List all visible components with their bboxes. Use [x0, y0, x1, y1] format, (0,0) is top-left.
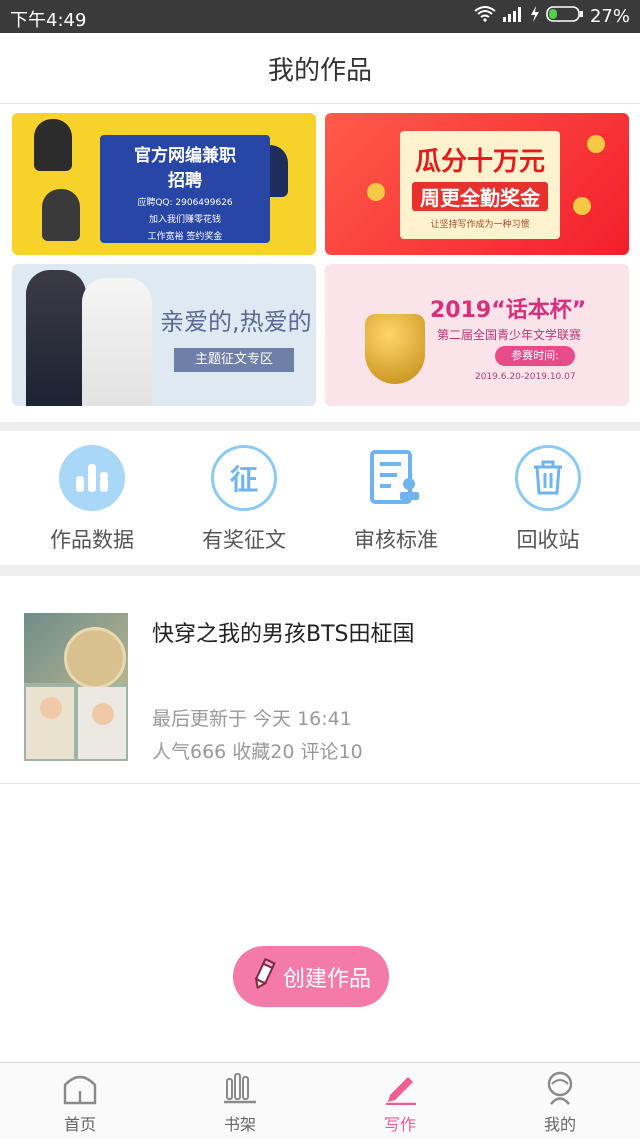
work-stats: 人气666 收藏20 评论10 — [152, 741, 363, 763]
document-review-icon — [363, 445, 429, 511]
charging-icon — [530, 6, 540, 27]
page-header: 我的作品 — [0, 33, 640, 104]
section-divider — [0, 565, 640, 576]
shortcut-label: 回收站 — [516, 528, 580, 552]
banner-text: 2019“话本杯” — [430, 298, 587, 323]
trophy-icon — [365, 314, 425, 384]
contest-icon: 征 — [211, 445, 277, 511]
banner-bonus[interactable]: 瓜分十万元 周更全勤奖金 让坚持写作成为一种习惯 — [325, 113, 629, 255]
banner-text: 亲爱的,热爱的 — [160, 308, 312, 336]
tab-bookshelf[interactable]: 书架 — [185, 1071, 295, 1135]
tab-label: 书架 — [223, 1115, 256, 1134]
person-illustration — [34, 119, 72, 171]
banner-text: 2019.6.20-2019.10.07 — [475, 372, 576, 382]
coin-icon — [587, 135, 605, 153]
shortcut-label: 作品数据 — [50, 528, 134, 552]
banner-literature-league[interactable]: 2019“话本杯” 第二届全国青少年文学联赛 参赛时间: 2019.6.20-2… — [325, 264, 629, 406]
banner-text: 参赛时间: — [495, 346, 575, 366]
banner-theme-contest[interactable]: 亲爱的,热爱的 主题征文专区 — [12, 264, 316, 406]
banner-text: 第二届全国青少年文学联赛 — [437, 328, 582, 342]
signal-icon — [502, 6, 524, 27]
shortcut-recycle-bin[interactable]: 回收站 — [473, 445, 623, 554]
coin-icon — [367, 183, 385, 201]
cover-face — [92, 703, 114, 725]
home-icon — [62, 1075, 98, 1109]
banner-text: 应聘QQ: 2906499626 — [137, 198, 233, 208]
work-updated: 最后更新于 今天 16:41 — [152, 708, 352, 730]
status-bar: 下午4:49 27% — [0, 0, 640, 33]
section-divider — [0, 422, 640, 431]
profile-icon — [542, 1071, 578, 1109]
battery-percent: 27% — [589, 6, 630, 27]
bottom-tab-bar: 首页 书架 写作 我的 — [0, 1062, 640, 1139]
page-title: 我的作品 — [267, 55, 372, 86]
wifi-icon — [474, 6, 496, 27]
banner-recruitment[interactable]: 官方网编兼职 招聘 应聘QQ: 2906499626 加入我们赚零花钱 工作宽裕… — [12, 113, 316, 255]
shortcut-work-data[interactable]: 作品数据 — [17, 445, 167, 554]
tab-label: 我的 — [543, 1115, 576, 1134]
tab-label: 写作 — [383, 1115, 416, 1134]
person-photo — [82, 278, 152, 406]
banner-text: 招聘 — [168, 171, 202, 191]
trash-icon — [515, 445, 581, 511]
bookshelf-icon — [222, 1073, 258, 1109]
create-work-button[interactable]: 创建作品 — [233, 946, 389, 1007]
bar-chart-icon — [59, 445, 125, 511]
bonus-card: 瓜分十万元 周更全勤奖金 让坚持写作成为一种习惯 — [400, 131, 560, 239]
shortcut-review-standard[interactable]: 审核标准 — [321, 445, 471, 554]
banner-text: 让坚持写作成为一种习惯 — [430, 220, 530, 230]
create-work-label: 创建作品 — [282, 966, 371, 992]
status-icons: 27% — [474, 5, 630, 28]
work-cover — [24, 613, 128, 761]
tab-home[interactable]: 首页 — [25, 1071, 135, 1135]
banner-text: 官方网编兼职 — [134, 146, 236, 166]
banner-text: 加入我们赚零花钱 — [148, 215, 221, 225]
person-illustration — [42, 189, 80, 241]
banner-text: 主题征文专区 — [174, 348, 294, 372]
banner-text: 工作宽裕 签约奖金 — [147, 232, 223, 242]
work-title: 快穿之我的男孩BTS田柾国 — [152, 622, 415, 647]
battery-icon — [546, 5, 584, 28]
coin-icon — [573, 197, 591, 215]
work-list-item[interactable]: 快穿之我的男孩BTS田柾国 最后更新于 今天 16:41 人气666 收藏20 … — [0, 576, 640, 784]
cover-face — [40, 697, 62, 719]
person-photo — [26, 270, 86, 406]
pen-icon — [382, 1077, 418, 1109]
pencil-icon — [251, 957, 277, 997]
banner-grid: 官方网编兼职 招聘 应聘QQ: 2906499626 加入我们赚零花钱 工作宽裕… — [0, 104, 640, 422]
shortcut-label: 审核标准 — [354, 528, 438, 552]
shortcut-contest[interactable]: 征 有奖征文 — [169, 445, 319, 554]
status-time: 下午4:49 — [10, 10, 87, 31]
banner-text: 瓜分十万元 — [414, 147, 545, 177]
shortcut-label: 有奖征文 — [202, 528, 286, 552]
tab-profile[interactable]: 我的 — [505, 1071, 615, 1135]
shortcut-row: 作品数据 征 有奖征文 审核标准 回收站 — [0, 431, 640, 565]
cover-image — [64, 627, 126, 689]
tab-write[interactable]: 写作 — [345, 1071, 455, 1135]
banner-text: 周更全勤奖金 — [412, 182, 548, 211]
recruitment-panel: 官方网编兼职 招聘 应聘QQ: 2906499626 加入我们赚零花钱 工作宽裕… — [100, 135, 270, 243]
tab-label: 首页 — [63, 1115, 96, 1134]
